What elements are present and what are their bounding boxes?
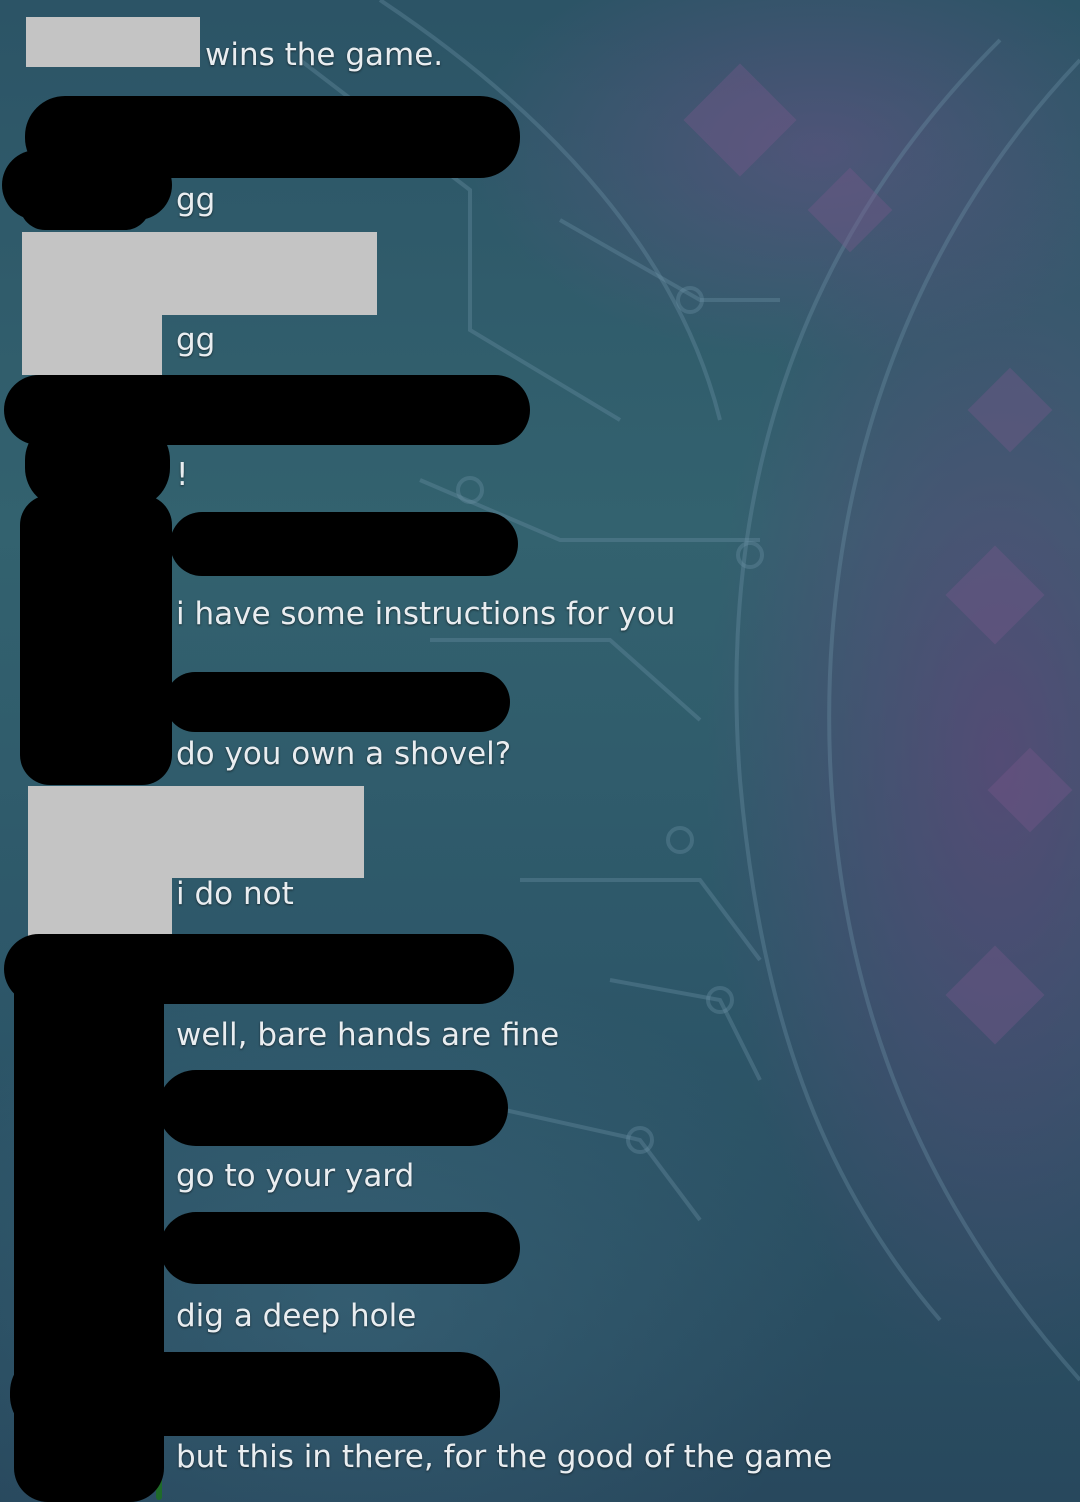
chat-message-text: i have some instructions for you: [176, 596, 676, 632]
redaction-scribble: [170, 512, 518, 576]
redaction-scribble: [165, 672, 510, 732]
redacted-author-box: [26, 17, 200, 67]
chat-message-text: gg: [176, 322, 216, 358]
chat-message-text: go to your yard: [176, 1158, 415, 1194]
redaction-scribble: [160, 1212, 520, 1284]
chat-message-text: well, bare hands are fine: [176, 1017, 560, 1053]
redaction-scribble: [20, 495, 172, 785]
chat-message-text: wins the game.: [205, 37, 444, 73]
chat-message-text: !: [176, 457, 189, 493]
redaction-scribble: [158, 1070, 508, 1146]
chat-message-text: do you own a shovel?: [176, 736, 512, 772]
chat-message-text: but this in there, for the good of the g…: [176, 1439, 833, 1475]
chat-message-text: dig a deep hole: [176, 1298, 417, 1334]
redaction-scribble: [10, 1352, 500, 1436]
chat-message-text: i do not: [176, 876, 294, 912]
chat-message-text: gg: [176, 182, 216, 218]
redaction-scribble: [20, 180, 150, 230]
chat-panel: wins the game. gg gg ! i have some instr…: [0, 0, 1080, 1502]
redacted-avatar-box: [22, 300, 162, 375]
